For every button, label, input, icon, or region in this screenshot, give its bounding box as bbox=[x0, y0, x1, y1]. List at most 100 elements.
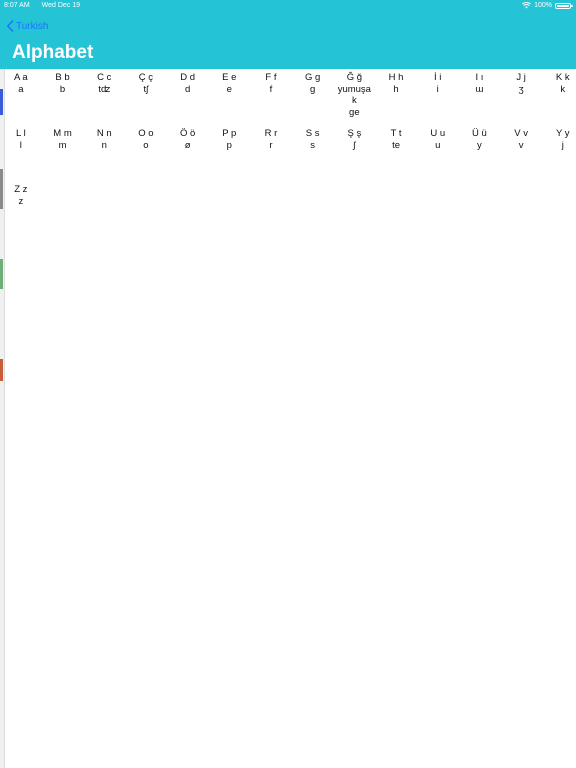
letter-cell[interactable]: K kk bbox=[542, 70, 576, 126]
letter-cell[interactable]: Z zz bbox=[0, 182, 42, 238]
letter-pair: L l bbox=[16, 128, 26, 139]
letter-pair: İ i bbox=[434, 72, 442, 83]
letter-cell[interactable]: Ö öø bbox=[167, 126, 209, 182]
page-title: Alphabet bbox=[12, 42, 94, 63]
letter-pronunciation: s bbox=[310, 139, 316, 151]
navigation-bar: 8:07 AM Wed Dec 19 100% Turkish Alphabet bbox=[0, 0, 576, 69]
letter-pronunciation: j bbox=[561, 139, 564, 151]
letter-cell[interactable]: F ff bbox=[250, 70, 292, 126]
letter-pair: Z z bbox=[14, 184, 28, 195]
battery-icon bbox=[555, 2, 573, 9]
status-time: 8:07 AM bbox=[4, 2, 30, 9]
status-bar: 8:07 AM Wed Dec 19 100% bbox=[0, 0, 576, 12]
letter-pronunciation: p bbox=[226, 139, 232, 151]
letter-pronunciation: o bbox=[143, 139, 149, 151]
letter-cell[interactable]: B bb bbox=[42, 70, 84, 126]
letter-pronunciation: h bbox=[393, 83, 399, 95]
letter-pair: Ş ş bbox=[347, 128, 362, 139]
letter-pronunciation: ɯ bbox=[475, 83, 484, 95]
letter-cell[interactable]: Y yj bbox=[542, 126, 576, 182]
letter-pair: F f bbox=[265, 72, 277, 83]
letter-pair: Y y bbox=[556, 128, 570, 139]
letter-pronunciation: tʣ bbox=[98, 83, 111, 95]
letter-pair: Ü ü bbox=[472, 128, 487, 139]
letter-pronunciation: k bbox=[351, 95, 357, 106]
letter-cell[interactable]: P pp bbox=[208, 126, 250, 182]
letter-cell[interactable]: I ıɯ bbox=[459, 70, 501, 126]
letter-pronunciation: l bbox=[19, 139, 22, 151]
letter-cell[interactable]: H hh bbox=[375, 70, 417, 126]
letter-cell[interactable]: U uu bbox=[417, 126, 459, 182]
letter-pair: E e bbox=[222, 72, 237, 83]
letter-cell[interactable]: O oo bbox=[125, 126, 167, 182]
letter-cell[interactable]: T t te bbox=[375, 126, 417, 182]
edge-thumbnail bbox=[0, 259, 3, 289]
letter-pronunciation: ø bbox=[184, 139, 191, 151]
letter-pronunciation: y bbox=[477, 139, 482, 151]
letter-pronunciation: v bbox=[518, 139, 524, 151]
letter-pronunciation: yumuşa bbox=[337, 83, 371, 95]
alphabet-grid: A aaB bbC c tʣ Ç ç tʃ D ddE eeF ffG ggĞ ğ yum… bbox=[0, 70, 576, 238]
edge-thumbnail bbox=[0, 359, 3, 381]
letter-pronunciation: ʃ bbox=[353, 139, 356, 151]
letter-pair: R r bbox=[264, 128, 278, 139]
letter-cell[interactable]: D dd bbox=[167, 70, 209, 126]
letter-pronunciation: ʒ bbox=[518, 83, 524, 95]
letter-pair: Ğ ğ bbox=[346, 72, 362, 83]
letter-cell[interactable]: M mm bbox=[42, 126, 84, 182]
status-left: 8:07 AM Wed Dec 19 bbox=[4, 2, 80, 9]
letter-cell[interactable]: Ğ ğ yumuşa k ge bbox=[334, 70, 376, 126]
letter-pair: Ö ö bbox=[179, 128, 196, 139]
letter-cell[interactable]: Ü üy bbox=[459, 126, 501, 182]
letter-pair: P p bbox=[222, 128, 237, 139]
letter-pronunciation: d bbox=[184, 83, 191, 95]
letter-pair: I ı bbox=[475, 72, 484, 83]
letter-cell[interactable]: C c tʣ bbox=[83, 70, 125, 126]
letter-cell[interactable]: L ll bbox=[0, 126, 42, 182]
letter-pronunciation: te bbox=[392, 139, 400, 151]
letter-pair: O o bbox=[138, 128, 154, 139]
letter-pair: K k bbox=[555, 72, 570, 83]
letter-cell[interactable]: Ş şʃ bbox=[334, 126, 376, 182]
letter-pronunciation: i bbox=[436, 83, 439, 95]
letter-pronunciation: k bbox=[560, 83, 566, 95]
letter-cell[interactable]: J jʒ bbox=[500, 70, 542, 126]
letter-pair: Ç ç bbox=[138, 72, 154, 83]
letter-pronunciation: z bbox=[18, 195, 24, 207]
letter-pronunciation: r bbox=[269, 139, 273, 151]
letter-cell[interactable]: Ç ç tʃ bbox=[125, 70, 167, 126]
letter-pronunciation: b bbox=[59, 83, 66, 95]
letter-cell[interactable]: G gg bbox=[292, 70, 334, 126]
letter-cell[interactable]: İ ii bbox=[417, 70, 459, 126]
letter-pair: N n bbox=[96, 128, 112, 139]
letter-pair: J j bbox=[516, 72, 526, 83]
letter-pronunciation: m bbox=[58, 139, 67, 151]
letter-cell[interactable]: N nn bbox=[83, 126, 125, 182]
chevron-left-icon bbox=[7, 20, 14, 32]
letter-pronunciation: f bbox=[269, 83, 273, 95]
back-button[interactable]: Turkish bbox=[6, 18, 48, 34]
letter-pair: D d bbox=[180, 72, 195, 83]
letter-cell[interactable]: E ee bbox=[208, 70, 250, 126]
letter-cell[interactable]: V vv bbox=[500, 126, 542, 182]
letter-pronunciation: ge bbox=[349, 106, 360, 118]
letter-pair: A a bbox=[13, 72, 28, 83]
letter-pronunciation: g bbox=[310, 83, 316, 95]
letter-pronunciation: u bbox=[435, 139, 441, 151]
letter-cell[interactable]: S ss bbox=[292, 126, 334, 182]
letter-pronunciation: tʃ bbox=[143, 83, 149, 95]
letter-pronunciation: a bbox=[18, 83, 24, 95]
letter-cell[interactable]: A aa bbox=[0, 70, 42, 126]
battery-percent: 100% bbox=[534, 2, 552, 9]
letter-pair: B b bbox=[55, 72, 70, 83]
letter-pair: G g bbox=[305, 72, 321, 83]
letter-pair: C c bbox=[97, 72, 112, 83]
letter-pair: H h bbox=[388, 72, 404, 83]
letter-cell[interactable]: R rr bbox=[250, 126, 292, 182]
letter-pair: V v bbox=[514, 128, 528, 139]
letter-pair: M m bbox=[53, 128, 72, 139]
wifi-icon bbox=[522, 2, 532, 9]
letter-pronunciation: e bbox=[226, 83, 232, 95]
status-right: 100% bbox=[522, 2, 573, 9]
back-button-label: Turkish bbox=[16, 20, 49, 32]
